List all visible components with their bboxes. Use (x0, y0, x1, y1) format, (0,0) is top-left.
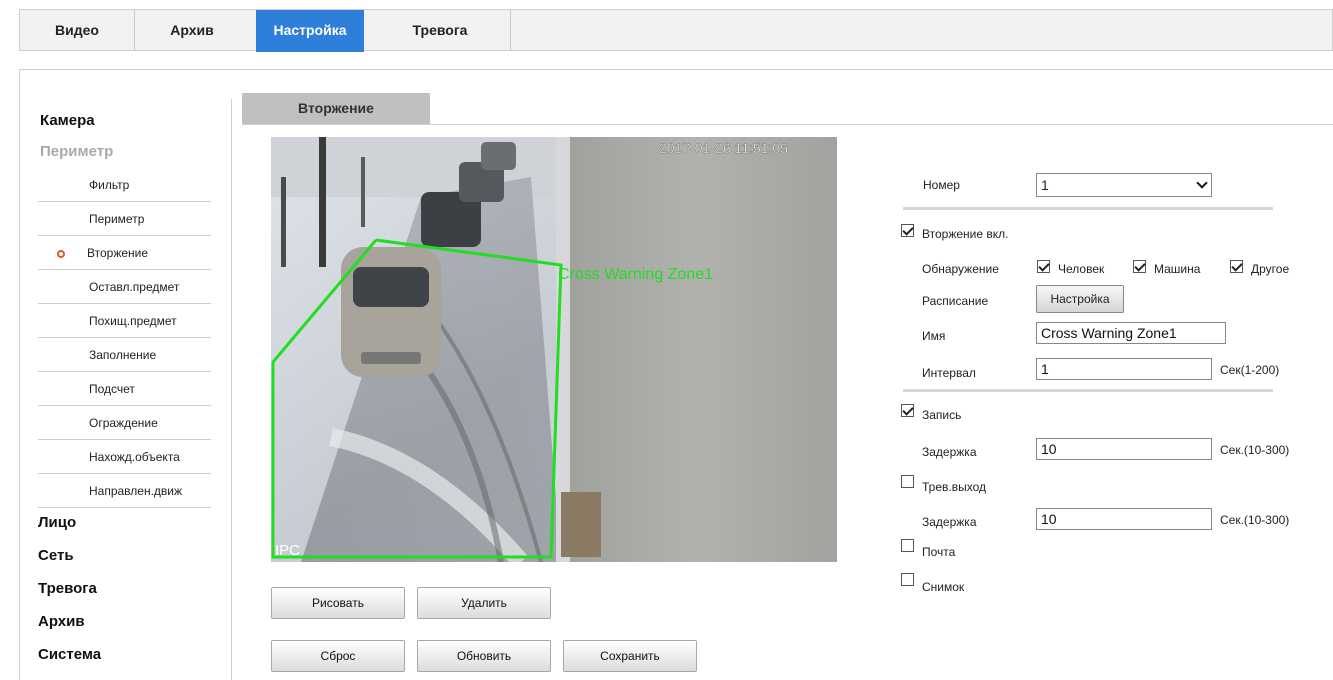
sidebar-sub-loitering[interactable]: Нахожд.объекта (38, 440, 211, 474)
snapshot-checkbox[interactable] (901, 573, 914, 586)
refresh-button[interactable]: Обновить (417, 640, 551, 672)
sidebar-sub-counting[interactable]: Подсчет (38, 372, 211, 406)
detect-vehicle-checkbox[interactable] (1133, 260, 1146, 273)
schedule-label: Расписание (922, 294, 989, 308)
interval-label: Интервал (922, 366, 976, 380)
camera-preview[interactable]: 2017-01-26 11:51:05 Cross Warning Zone1 … (271, 137, 837, 562)
number-label: Номер (923, 178, 960, 192)
detect-other-label: Другое (1251, 262, 1290, 276)
sidebar-item-network[interactable]: Сеть (38, 547, 74, 564)
detect-vehicle-label: Машина (1154, 262, 1201, 276)
section-tab-intrusion[interactable]: Вторжение (242, 93, 430, 125)
delete-button[interactable]: Удалить (417, 587, 551, 619)
section-divider (242, 124, 1333, 125)
alarm-out-label: Трев.выход (922, 480, 986, 494)
tab-video[interactable]: Видео (20, 10, 134, 50)
draw-button[interactable]: Рисовать (271, 587, 405, 619)
top-nav: Видео Архив Настройка Тревога (19, 9, 1333, 52)
number-value: 1 (1041, 177, 1049, 193)
sidebar-sub-label: Периметр (89, 212, 145, 226)
number-select[interactable]: 1 (1036, 173, 1212, 197)
record-delay-unit: Сек.(10-300) (1220, 443, 1290, 457)
tab-settings[interactable]: Настройка (256, 10, 364, 52)
intrusion-enable-label: Вторжение вкл. (922, 227, 1009, 241)
sidebar-sub-label: Направлен.движ (89, 484, 183, 498)
reset-button[interactable]: Сброс (271, 640, 405, 672)
tab-alarm[interactable]: Тревога (370, 10, 510, 50)
osd-timestamp: 2017-01-26 11:51:05 (659, 140, 788, 156)
interval-input[interactable]: 1 (1036, 358, 1212, 380)
sidebar-item-face[interactable]: Лицо (38, 514, 76, 531)
sidebar-sub-label: Оставл.предмет (89, 280, 180, 294)
snapshot-label: Снимок (922, 580, 965, 594)
sidebar-divider (231, 99, 232, 680)
alarm-out-checkbox[interactable] (901, 475, 914, 488)
schedule-settings-button[interactable]: Настройка (1036, 285, 1124, 313)
alarm-delay-input[interactable]: 10 (1036, 508, 1212, 530)
sidebar-sub-filter[interactable]: Фильтр (38, 168, 211, 202)
mail-checkbox[interactable] (901, 539, 914, 552)
form-divider (903, 389, 1273, 392)
sidebar-item-alarm[interactable]: Тревога (38, 580, 97, 597)
tab-divider (510, 10, 511, 50)
record-checkbox[interactable] (901, 404, 914, 417)
osd-label: IPC (275, 542, 300, 559)
name-label: Имя (922, 329, 946, 343)
zone-label: Cross Warning Zone1 (558, 266, 713, 283)
sidebar-item-system[interactable]: Система (38, 646, 101, 663)
content-frame-left (19, 69, 20, 680)
name-input[interactable]: Cross Warning Zone1 (1036, 322, 1226, 344)
sidebar-sub-perimeter[interactable]: Периметр (38, 202, 211, 236)
form-divider (903, 207, 1273, 210)
sidebar-sub-missing-object[interactable]: Похищ.предмет (38, 304, 211, 338)
sidebar-sub-direction[interactable]: Направлен.движ (38, 474, 211, 508)
sidebar-sub-label: Заполнение (89, 348, 157, 362)
sidebar-sub-intrusion[interactable]: Вторжение (38, 236, 211, 270)
sidebar-sub-crowd[interactable]: Заполнение (38, 338, 211, 372)
record-delay-input[interactable]: 10 (1036, 438, 1212, 460)
sidebar-sub-label: Вторжение (87, 246, 149, 260)
sidebar-sub-fence[interactable]: Ограждение (38, 406, 211, 440)
intrusion-enable-checkbox[interactable] (901, 224, 914, 237)
sidebar-sub-label: Фильтр (89, 178, 130, 192)
interval-unit: Сек(1-200) (1220, 363, 1280, 377)
sidebar-sub-label: Подсчет (89, 382, 135, 396)
active-dot-icon (57, 250, 65, 258)
alarm-delay-label: Задержка (922, 515, 977, 529)
record-delay-label: Задержка (922, 445, 977, 459)
sidebar-item-perimeter[interactable]: Периметр (40, 143, 113, 160)
sidebar-sub-label: Ограждение (89, 416, 158, 430)
detect-other-checkbox[interactable] (1230, 260, 1243, 273)
content-frame-top (19, 69, 1333, 70)
detect-person-label: Человек (1058, 262, 1105, 276)
sidebar-item-archive[interactable]: Архив (38, 613, 85, 630)
sidebar-sub-label: Нахожд.объекта (89, 450, 180, 464)
tab-archive[interactable]: Архив (135, 10, 249, 50)
save-button[interactable]: Сохранить (563, 640, 697, 672)
chevron-down-icon (1196, 177, 1208, 189)
detect-person-checkbox[interactable] (1037, 260, 1050, 273)
sidebar-sub-left-object[interactable]: Оставл.предмет (38, 270, 211, 304)
sidebar-item-camera[interactable]: Камера (40, 112, 95, 129)
detection-label: Обнаружение (922, 262, 999, 276)
sidebar-sub-label: Похищ.предмет (89, 314, 177, 328)
mail-label: Почта (922, 545, 956, 559)
alarm-delay-unit: Сек.(10-300) (1220, 513, 1290, 527)
record-label: Запись (922, 408, 962, 422)
